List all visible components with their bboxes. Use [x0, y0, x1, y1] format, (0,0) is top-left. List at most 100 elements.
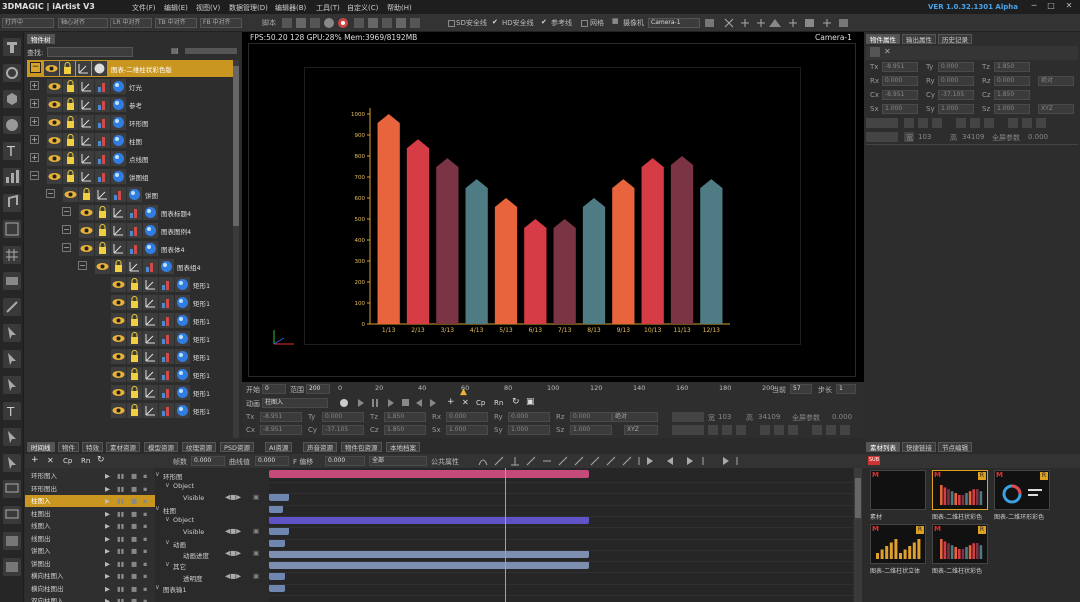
tree-row[interactable]: − 图表标题4: [27, 204, 233, 221]
lock-icon[interactable]: [95, 223, 110, 238]
sphere-tool-icon[interactable]: [3, 116, 21, 134]
play-anim-icon[interactable]: ▶: [105, 520, 110, 532]
ruler-ticks[interactable]: 0 20 40 60 80 100 120 140 160 180 200: [338, 382, 774, 396]
pause-anim-icon[interactable]: ▮▮: [117, 583, 124, 595]
pivot-icon[interactable]: [79, 115, 94, 130]
visibility-eye-icon[interactable]: [47, 169, 62, 184]
tab-history[interactable]: 历史记录: [938, 34, 972, 44]
settings-anim-icon[interactable]: ▪: [143, 595, 147, 602]
play-anim-icon[interactable]: ▶: [105, 470, 110, 482]
play-anim-icon[interactable]: ▶: [105, 533, 110, 545]
search-input[interactable]: [47, 47, 133, 57]
lock-icon[interactable]: [127, 403, 142, 418]
visibility-eye-icon[interactable]: [79, 223, 94, 238]
material-sphere-icon[interactable]: [111, 79, 126, 94]
visibility-eye-icon[interactable]: [44, 61, 59, 76]
prop-input[interactable]: -37.105: [938, 90, 974, 100]
script-label[interactable]: 脚本: [262, 18, 276, 28]
pivot-icon[interactable]: [143, 385, 158, 400]
expand-icon[interactable]: +: [30, 81, 39, 90]
monitor-tool-icon[interactable]: [3, 480, 21, 498]
animation-list-item[interactable]: 饼图入 ▶ ▮▮ ■ ▪: [25, 545, 155, 557]
transform-input[interactable]: 1.000: [508, 425, 550, 435]
toolbar-icons[interactable]: [282, 17, 442, 29]
lock-icon[interactable]: [60, 61, 75, 76]
animation-list-item[interactable]: 饼图出 ▶ ▮▮ ■ ▪: [25, 558, 155, 570]
material-sphere-icon[interactable]: [111, 97, 126, 112]
pivot-dropdown[interactable]: 轴心对齐: [58, 18, 108, 28]
prop-mode-select-2[interactable]: XYZ: [1038, 104, 1074, 114]
stop-anim-icon[interactable]: ■: [131, 545, 137, 557]
track-area[interactable]: [269, 468, 853, 602]
play-anim-icon[interactable]: ▶: [105, 570, 110, 582]
pivot-icon[interactable]: [111, 223, 126, 238]
track-settings-icon[interactable]: ▣: [253, 527, 259, 535]
chart-tool-icon[interactable]: [3, 168, 21, 186]
lock-icon[interactable]: [79, 187, 94, 202]
keyframe-clip[interactable]: [269, 527, 289, 536]
expand-icon[interactable]: −: [62, 225, 71, 234]
settings-anim-icon[interactable]: ▪: [143, 533, 147, 545]
pivot-icon[interactable]: [143, 349, 158, 364]
transform-input[interactable]: 1.850: [384, 412, 426, 422]
visibility-eye-icon[interactable]: [111, 277, 126, 292]
transform-input[interactable]: -8.951: [260, 412, 302, 422]
lock-icon[interactable]: [127, 385, 142, 400]
settings-anim-icon[interactable]: ▪: [143, 495, 147, 507]
tl-refresh-icon[interactable]: ↻: [97, 455, 105, 465]
settings-anim-icon[interactable]: ▪: [143, 570, 147, 582]
keyframe-clip[interactable]: [269, 515, 589, 524]
settings-anim-icon[interactable]: ▪: [143, 470, 147, 482]
stop-anim-icon[interactable]: ■: [131, 483, 137, 495]
track-row[interactable]: 透明度 ◀■▶ ▣: [155, 572, 269, 583]
settings-anim-icon[interactable]: ▪: [143, 483, 147, 495]
lock-icon[interactable]: [63, 133, 78, 148]
curve-input[interactable]: 0.000: [255, 456, 289, 466]
pivot-icon[interactable]: [76, 61, 91, 76]
lock-icon[interactable]: [63, 79, 78, 94]
tree-row[interactable]: 矩形1: [27, 312, 233, 329]
frame-tool-icon[interactable]: [3, 220, 21, 238]
hd-safe-check-icon[interactable]: ✔: [492, 18, 498, 26]
track-settings-icon[interactable]: ▣: [253, 493, 259, 501]
export-tool-icon[interactable]: [3, 532, 21, 550]
play-anim-icon[interactable]: ▶: [105, 583, 110, 595]
animation-list-item[interactable]: 双向柱图入 ▶ ▮▮ ■ ▪: [25, 595, 155, 602]
tab-object-props[interactable]: 物件属性: [866, 34, 900, 44]
material-sphere-icon[interactable]: [175, 313, 190, 328]
tree-row[interactable]: − 饼图: [27, 186, 233, 203]
tree-row[interactable]: − 图表组4: [27, 258, 233, 275]
pivot-icon[interactable]: [127, 259, 142, 274]
stop-anim-icon[interactable]: ■: [131, 495, 137, 507]
tree-row[interactable]: − 图表体4: [27, 240, 233, 257]
track-expand-icon[interactable]: ∨: [165, 538, 170, 546]
lock-icon[interactable]: [95, 205, 110, 220]
track-settings-icon[interactable]: ▣: [253, 549, 259, 557]
visibility-eye-icon[interactable]: [111, 331, 126, 346]
play-anim-icon[interactable]: ▶: [105, 495, 110, 507]
add-key-icon[interactable]: +: [447, 397, 455, 407]
keyframe-clip[interactable]: [269, 572, 285, 581]
animation-list-item[interactable]: 环形图出 ▶ ▮▮ ■ ▪: [25, 483, 155, 495]
tree-row[interactable]: 矩形1: [27, 402, 233, 419]
props-reset-button-2[interactable]: [866, 132, 898, 142]
pivot-icon[interactable]: [79, 151, 94, 166]
tab-asset-list[interactable]: 素材列表: [866, 442, 900, 452]
prop-input[interactable]: 0.000: [938, 76, 974, 86]
pause-anim-icon[interactable]: ▮▮: [117, 495, 124, 507]
track-row[interactable]: ∨ 动画: [155, 538, 269, 549]
visibility-eye-icon[interactable]: [47, 97, 62, 112]
expand-icon[interactable]: +: [30, 135, 39, 144]
stop-anim-icon[interactable]: ■: [131, 595, 137, 602]
start-input[interactable]: 0: [262, 384, 286, 394]
settings-anim-icon[interactable]: ▪: [143, 558, 147, 570]
asset-thumbnail[interactable]: MR: [932, 524, 988, 564]
bottom-tab[interactable]: 时间线: [27, 442, 55, 452]
animation-range-clip[interactable]: [269, 470, 589, 478]
align-buttons[interactable]: [708, 425, 858, 437]
bottom-tab[interactable]: 本地档案: [386, 442, 420, 452]
transform-input[interactable]: 1.850: [384, 425, 426, 435]
transform-input[interactable]: 0.000: [508, 412, 550, 422]
anim-select[interactable]: 柱图入: [262, 398, 328, 408]
lock-icon[interactable]: [63, 169, 78, 184]
